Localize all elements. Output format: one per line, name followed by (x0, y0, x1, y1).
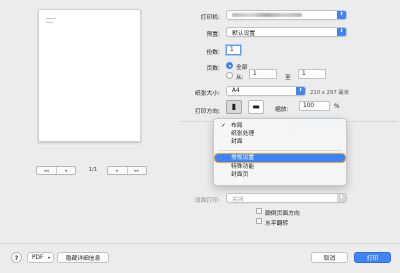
reverse-page-orientation-checkbox[interactable] (256, 208, 262, 214)
printer-label: 打印机: (200, 15, 220, 21)
print-button[interactable]: 打印 (354, 252, 391, 263)
pdf-label: PDF (32, 254, 44, 261)
pages-to-field[interactable]: 1 (298, 69, 326, 79)
previous-page-button[interactable]: ◂ (55, 167, 76, 174)
bottom-divider (0, 243, 400, 244)
duplex-label: 双面打印: (194, 198, 220, 204)
menu-separator (218, 150, 342, 151)
menu-item-paper-handling[interactable]: 纸张处理 (215, 130, 345, 138)
chevron-updown-icon: ⬍ (337, 28, 346, 36)
pages-all-radio[interactable] (226, 62, 233, 69)
help-button[interactable]: ? (11, 252, 22, 263)
paper-size-label: 纸张大小: (194, 91, 220, 97)
preview-text-line (46, 22, 53, 23)
pages-from-label: 从: (236, 75, 244, 81)
cancel-button[interactable]: 取消 (311, 252, 348, 263)
first-page-button[interactable]: ◂◂ (37, 167, 56, 174)
pages-to-label: 至 (285, 75, 291, 81)
chevron-updown-icon: ⬍ (296, 87, 305, 95)
next-page-button[interactable]: ▸ (108, 167, 127, 174)
scale-label: 缩放: (275, 107, 289, 113)
duplex-select[interactable]: 关闭 ⬍ (226, 193, 347, 203)
paper-size-select[interactable]: A4 ⬍ (226, 86, 306, 96)
presets-value: 默认设置 (232, 30, 256, 37)
last-page-button[interactable]: ▸▸ (126, 167, 147, 174)
preview-text-line (46, 18, 56, 19)
presets-select[interactable]: 默认设置 ⬍ (226, 27, 347, 37)
paper-size-value: A4 (232, 88, 240, 94)
pages-from-field[interactable]: 1 (249, 69, 277, 79)
landscape-icon: ▬ (252, 102, 260, 111)
flip-horizontal-label: 水平翻转 (265, 221, 289, 227)
pdf-menu-button[interactable]: PDF ▾ (27, 252, 54, 263)
hide-details-button[interactable]: 隐藏详细信息 (57, 252, 109, 263)
copies-label: 份数: (206, 50, 220, 56)
portrait-icon: ▮ (231, 102, 237, 111)
chevron-updown-icon: ⬍ (337, 11, 346, 19)
orientation-label: 打印方向: (194, 109, 220, 115)
pages-range-radio[interactable] (226, 72, 233, 79)
copies-field[interactable]: 1 (226, 45, 241, 55)
menu-item-cover[interactable]: 封面 (215, 138, 345, 146)
pages-all-label: 全部 (236, 65, 248, 71)
page-counter: 1/1 (88, 167, 98, 173)
preview-nav-forward: ▸ ▸▸ (107, 166, 147, 175)
menu-item-special-functions[interactable]: 特殊功能 (215, 163, 345, 171)
landscape-orientation-button[interactable]: ▬ (248, 100, 264, 114)
chevron-updown-icon: ⬍ (337, 194, 346, 202)
menu-item-general-settings[interactable]: 常规设置 (213, 152, 347, 164)
printer-name-redacted (232, 13, 302, 17)
question-mark-icon: ? (14, 253, 19, 262)
page-preview (38, 9, 141, 142)
printer-select[interactable]: ⬍ (226, 10, 347, 20)
presets-label: 预置: (206, 32, 220, 38)
paper-dimensions: 210 x 297 毫米 (310, 90, 350, 96)
flip-horizontal-checkbox[interactable] (256, 218, 262, 224)
portrait-orientation-button[interactable]: ▮ (226, 100, 242, 114)
pages-label: 页数: (206, 66, 220, 72)
duplex-value: 关闭 (232, 196, 244, 203)
checkmark-icon: ✓ (221, 123, 226, 129)
menu-item-layout[interactable]: ✓ 布局 (215, 122, 345, 130)
scale-field[interactable]: 100 (299, 101, 330, 111)
section-dropdown-menu: ✓ 布局 纸张处理 封面 常规设置 特殊功能 封面页 (213, 118, 347, 186)
menu-item-cover-page[interactable]: 封面页 (215, 171, 345, 179)
chevron-down-icon: ▾ (47, 255, 50, 260)
scale-unit: % (334, 104, 340, 110)
preview-nav-back: ◂◂ ◂ (36, 166, 76, 175)
reverse-page-orientation-label: 颠倒页面方向 (265, 211, 300, 217)
